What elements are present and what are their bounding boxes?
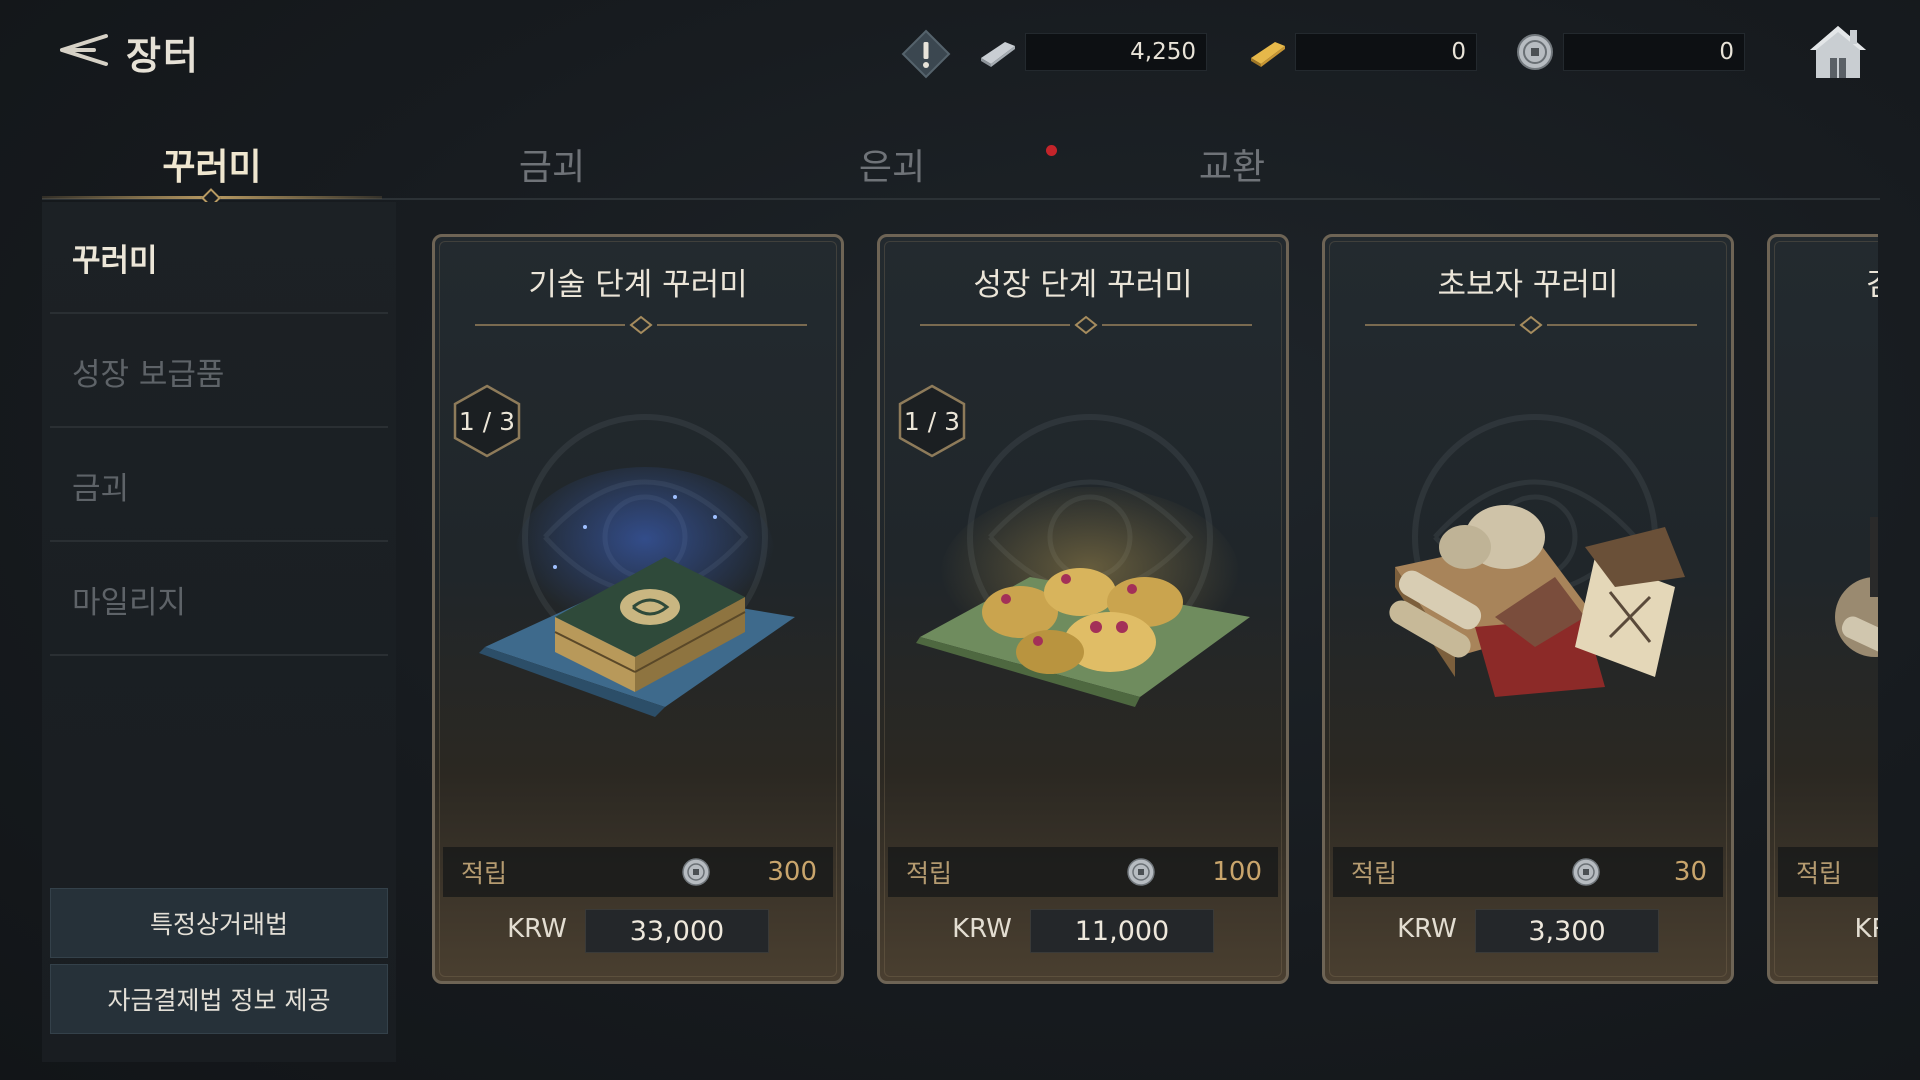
reward-label: 적립 <box>1351 859 1398 888</box>
notification-dot <box>1046 145 1057 156</box>
alert-icon[interactable] <box>900 28 952 80</box>
reward-value: 100 <box>1212 857 1262 887</box>
gold-amount: 0 <box>1295 33 1477 71</box>
product-title: 김 <box>1866 259 1878 304</box>
price-row: KR <box>1770 901 1878 957</box>
category-tabs: 꾸러미 금괴 은괴 교환 <box>42 128 1880 208</box>
home-icon[interactable] <box>1806 22 1870 82</box>
product-title: 성장 단계 꾸러미 <box>973 267 1193 303</box>
price-row: KRW 11,000 <box>880 901 1286 957</box>
price-value: 3,300 <box>1475 909 1659 953</box>
coin-icon <box>1572 858 1600 886</box>
product-card[interactable]: 성장 단계 꾸러미 1 / 3 적립 100 KRW 11,000 <box>877 234 1289 984</box>
supply-bundle-icon <box>1389 505 1685 697</box>
ornament-divider-icon <box>475 315 807 335</box>
reward-row: 적립 <box>1778 847 1878 897</box>
coin-currency: 0 <box>1513 32 1745 72</box>
reward-label: 적립 <box>906 859 953 888</box>
product-title: 초보자 꾸러미 <box>1437 267 1619 303</box>
gold-currency: 0 <box>1245 32 1477 72</box>
sidebar-item-bundle[interactable]: 꾸러미 <box>50 202 388 314</box>
specified-commercial-act-button[interactable]: 특정상거래법 <box>50 888 388 958</box>
price-currency: KRW <box>507 914 567 944</box>
scroll-bundle-icon <box>479 467 795 717</box>
price-currency: KRW <box>952 914 1012 944</box>
product-card[interactable]: 기술 단계 꾸러미 1 / 3 적립 300 KRW 33,000 <box>432 234 844 984</box>
gold-ingot-icon <box>1245 32 1289 72</box>
ornament-divider-icon <box>920 315 1252 335</box>
top-bar: 장터 4,250 0 0 <box>0 0 1920 100</box>
price-currency: KR <box>1854 914 1878 944</box>
reward-value: 30 <box>1673 857 1707 887</box>
golden-toads-icon <box>916 487 1250 707</box>
sidebar: 꾸러미 성장 보급품 금괴 마일리지 특정상거래법 자금결제법 정보 제공 <box>42 202 396 1062</box>
reward-row: 적립 30 <box>1333 847 1723 897</box>
ornament-divider-icon <box>1365 315 1697 335</box>
silver-currency: 4,250 <box>975 32 1207 72</box>
product-card[interactable]: 김 적립 KR <box>1767 234 1878 984</box>
product-card[interactable]: 초보자 꾸러미 적립 30 KRW 3,300 <box>1322 234 1734 984</box>
product-title: 기술 단계 꾸러미 <box>528 267 748 303</box>
coin-icon <box>1513 32 1557 72</box>
page-title: 장터 <box>126 33 200 78</box>
reward-label: 적립 <box>461 859 508 888</box>
coin-icon <box>1127 858 1155 886</box>
tab-exchange[interactable]: 교환 <box>1062 128 1402 200</box>
silver-amount: 4,250 <box>1025 33 1207 71</box>
back-button[interactable]: 장터 <box>56 24 200 80</box>
price-currency: KRW <box>1397 914 1457 944</box>
coin-icon <box>682 858 710 886</box>
reward-value: 300 <box>767 857 817 887</box>
reward-label: 적립 <box>1796 859 1843 888</box>
sidebar-item-mileage[interactable]: 마일리지 <box>50 544 388 656</box>
bundle-art-icon <box>1835 517 1878 660</box>
sidebar-item-growth-supplies[interactable]: 성장 보급품 <box>50 316 388 428</box>
product-list: 기술 단계 꾸러미 1 / 3 적립 300 KRW 33,000 성장 단계 … <box>420 200 1878 1000</box>
price-row: KRW 3,300 <box>1325 901 1731 957</box>
reward-row: 적립 300 <box>443 847 833 897</box>
tab-silver-bar[interactable]: 은괴 <box>722 128 1062 200</box>
purchase-limit: 1 / 3 <box>458 406 516 436</box>
coin-amount: 0 <box>1563 33 1745 71</box>
reward-row: 적립 100 <box>888 847 1278 897</box>
payment-act-info-button[interactable]: 자금결제법 정보 제공 <box>50 964 388 1034</box>
silver-ingot-icon <box>975 32 1019 72</box>
price-value: 11,000 <box>1030 909 1214 953</box>
purchase-limit: 1 / 3 <box>903 406 961 436</box>
price-value: 33,000 <box>585 909 769 953</box>
price-row: KRW 33,000 <box>435 901 841 957</box>
tab-gold-bar[interactable]: 금괴 <box>382 128 722 200</box>
sidebar-item-gold-bar[interactable]: 금괴 <box>50 430 388 542</box>
back-arrow-icon <box>56 30 110 74</box>
